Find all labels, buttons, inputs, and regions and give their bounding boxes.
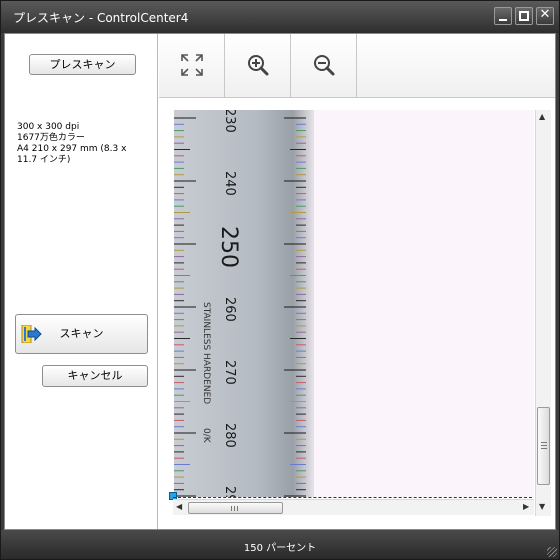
close-button[interactable]: ✕ [536, 7, 554, 25]
ruler-code-text: 0/K [201, 428, 211, 444]
scan-area-border [173, 497, 532, 498]
preview-area[interactable]: 230 240 250 260 270 280 290 STAINLESS HARDENED… [159, 99, 555, 519]
scroll-up-icon[interactable]: ▲ [539, 112, 545, 121]
scan-button-label: スキャン [59, 327, 104, 340]
window-title: プレスキャン - ControlCenter4 [13, 11, 189, 25]
scroll-down-icon[interactable]: ▼ [539, 502, 545, 511]
zoom-out-icon [314, 55, 335, 76]
application-window: プレスキャン - ControlCenter4 ✕ プレスキャン 300 x 3… [0, 0, 560, 560]
ruler-number: 240 [222, 171, 237, 196]
ruler-number: 270 [222, 360, 237, 385]
ruler-image: 230 240 250 260 270 280 290 STAINLESS HARDENED… [174, 110, 314, 497]
scan-settings-info: 300 x 300 dpi 1677万色カラー A4 210 x 297 mm … [17, 122, 147, 166]
prescan-button[interactable]: プレスキャン [29, 54, 136, 75]
close-icon: ✕ [539, 7, 551, 22]
resize-grip-icon[interactable] [547, 547, 557, 557]
minimize-icon [499, 19, 507, 21]
zoom-in-icon [248, 55, 269, 76]
color-mode-text: 1677万色カラー [17, 133, 85, 143]
toolbar [159, 34, 555, 98]
scan-button[interactable]: スキャン [15, 314, 148, 354]
zoom-in-button[interactable] [225, 34, 291, 97]
left-panel: プレスキャン 300 x 300 dpi 1677万色カラー A4 210 x … [5, 34, 158, 529]
vertical-scroll-thumb[interactable] [537, 407, 550, 485]
ruler-number: 230 [222, 110, 237, 133]
zoom-out-button[interactable] [291, 34, 357, 97]
ruler-number: 260 [222, 297, 237, 322]
ruler-stainless-text: STAINLESS HARDENED [201, 302, 211, 404]
title-bar[interactable]: プレスキャン - ControlCenter4 ✕ [1, 1, 559, 33]
fit-to-window-icon [181, 54, 203, 76]
ruler-number: 250 [216, 226, 241, 268]
zoom-level: 150 パーセント [243, 543, 317, 554]
horizontal-scroll-thumb[interactable] [188, 502, 283, 514]
resolution-text: 300 x 300 dpi [17, 122, 80, 132]
ruler-number: 280 [222, 423, 237, 448]
vertical-scrollbar[interactable]: ▲ ▼ [535, 110, 551, 516]
minimize-button[interactable] [494, 7, 512, 25]
client-area: プレスキャン 300 x 300 dpi 1677万色カラー A4 210 x … [4, 33, 556, 530]
status-bar: 150 パーセント [1, 530, 559, 559]
maximize-button[interactable] [515, 7, 533, 25]
fit-to-window-button[interactable] [159, 34, 225, 97]
maximize-icon [519, 11, 529, 21]
ruler-number: 290 [222, 486, 237, 497]
scanned-image: 230 240 250 260 270 280 290 STAINLESS HARDENED… [174, 110, 534, 497]
scroll-left-icon[interactable]: ◀ [176, 502, 182, 511]
horizontal-scrollbar[interactable]: ◀ ▶ [173, 499, 534, 515]
paper-size-text: A4 210 x 297 mm (8.3 x [17, 144, 127, 154]
scroll-right-icon[interactable]: ▶ [523, 502, 529, 511]
cancel-button[interactable]: キャンセル [42, 365, 148, 387]
paper-size-inch-text: 11.7 インチ) [17, 155, 71, 165]
